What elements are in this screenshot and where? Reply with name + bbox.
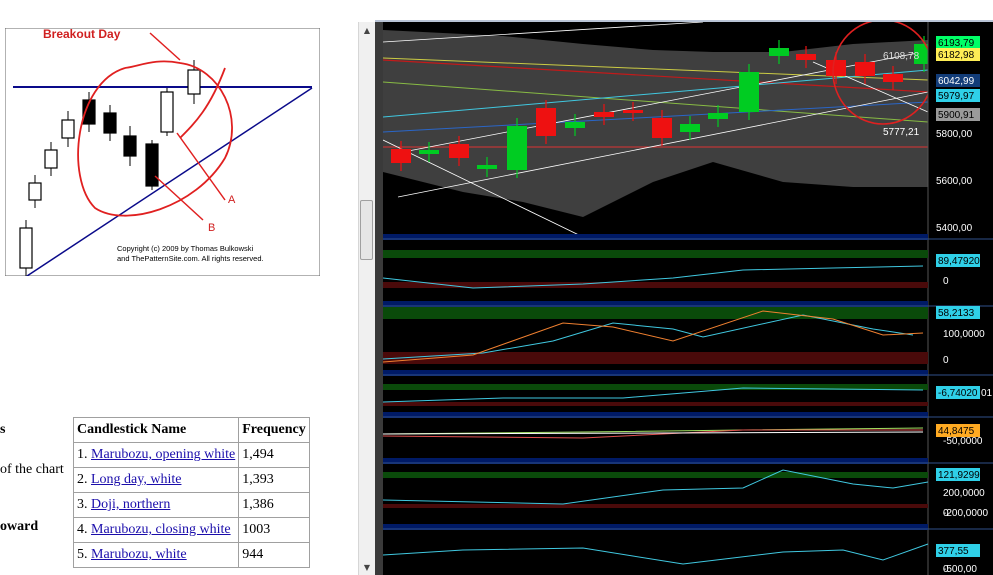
copyright-line-1: Copyright (c) 2009 by Thomas Bulkowski <box>117 244 254 253</box>
candlestick-link[interactable]: Marubozu, white <box>91 547 187 562</box>
pane-splitter[interactable] <box>375 22 383 575</box>
indicator-axis-label: -50,0000 <box>943 436 983 447</box>
indicator-badge-text: 58,2133 <box>938 308 975 319</box>
price-badge: 6042,99 <box>936 74 980 87</box>
price-badge: 6193,79 <box>936 36 980 49</box>
label-b: B <box>208 222 215 234</box>
candlestick-frequency-table: Candlestick Name Frequency 1. Marubozu, … <box>72 417 310 568</box>
table-row: 5. Marubozu, white 944 <box>72 542 310 568</box>
cut-heading: s <box>0 422 6 437</box>
frequency-cell: 1,393 <box>238 467 310 493</box>
candlestick-link[interactable]: Long day, white <box>91 472 181 487</box>
price-badge: 5900,91 <box>936 108 980 121</box>
name-cell: 2. Long day, white <box>72 467 240 493</box>
frequency-cell: 1,494 <box>238 442 310 468</box>
scroll-up-arrow-icon[interactable]: ▲ <box>359 24 375 38</box>
scrollbar-thumb[interactable] <box>360 200 373 260</box>
price-axis-label: 5800,00 <box>936 129 973 140</box>
price-axis-label: 5400,00 <box>936 223 973 234</box>
indicator-badge-text: 89,47920 <box>938 256 980 267</box>
svg-text:5979,97: 5979,97 <box>938 91 975 102</box>
column-header-frequency: Frequency <box>238 417 310 443</box>
indicator-axis-label: 0 <box>943 355 949 366</box>
table-row: 4. Marubozu, closing white 1003 <box>72 517 310 543</box>
indicator-badge-text: 377,55 <box>938 546 969 557</box>
annotation-upper: 6108,78 <box>883 51 920 62</box>
price-candle <box>739 64 759 120</box>
column-header-name: Candlestick Name <box>72 417 240 443</box>
label-a: A <box>228 194 236 206</box>
article-pane: Breakout Day A B Copyright (c) 2009 by T… <box>0 0 358 575</box>
table-row: 3. Doji, northern 1,386 <box>72 492 310 518</box>
frequency-cell: 1003 <box>238 517 310 543</box>
figure-candle <box>145 140 159 190</box>
annotation-lower: 5777,21 <box>883 127 920 138</box>
indicator-axis-label: 200,0000 <box>943 488 985 499</box>
svg-text:5900,91: 5900,91 <box>938 110 975 121</box>
indicator-badge-text: 44,8475 <box>938 426 975 437</box>
name-cell: 3. Doji, northern <box>72 492 240 518</box>
name-cell: 4. Marubozu, closing white <box>72 517 240 543</box>
table-row: 2. Long day, white 1,393 <box>72 467 310 493</box>
vertical-scrollbar[interactable]: ▲ ▼ <box>358 22 375 575</box>
indicator-badge-text: 121,9299 <box>938 470 980 481</box>
cut-text-chart: of the chart <box>0 462 64 477</box>
price-badge: 5979,97 <box>936 89 980 102</box>
figure-candle <box>160 88 174 136</box>
indicator-axis-label: 100,0000 <box>943 329 985 340</box>
indicator-badge-suffix: 01 <box>981 388 993 399</box>
trading-chart: 6108,78 5777,21 5800,00 5600,00 5400,00 61… <box>383 22 993 575</box>
svg-text:6193,79: 6193,79 <box>938 38 975 49</box>
cut-text-oward: oward <box>0 519 39 534</box>
figure-candle <box>19 220 33 276</box>
name-cell: 5. Marubozu, white <box>72 542 240 568</box>
price-candle <box>507 118 527 178</box>
svg-text:6042,99: 6042,99 <box>938 76 975 87</box>
candlestick-link[interactable]: Marubozu, closing white <box>91 522 231 537</box>
svg-text:6182,98: 6182,98 <box>938 50 975 61</box>
breakout-day-label: Breakout Day <box>43 28 121 41</box>
scroll-down-arrow-icon[interactable]: ▼ <box>359 561 375 575</box>
indicator-axis-label: 0 <box>943 276 949 287</box>
table-row: 1. Marubozu, opening white 1,494 <box>72 442 310 468</box>
indicator-badge-text: -6,74020 <box>938 388 978 399</box>
copyright-line-2: and ThePatternSite.com. All rights reser… <box>117 254 264 263</box>
name-cell: 1. Marubozu, opening white <box>72 442 240 468</box>
price-badges: 6193,796182,98 6042,99 5979,97 5900,91 <box>936 36 980 121</box>
table-header-row: Candlestick Name Frequency <box>72 417 310 443</box>
indicator-axis-label: -200,0000 <box>943 508 988 519</box>
candlestick-link[interactable]: Marubozu, opening white <box>91 447 235 462</box>
frequency-cell: 944 <box>238 542 310 568</box>
breakout-day-figure: Breakout Day A B Copyright (c) 2009 by T… <box>5 28 320 276</box>
price-axis-label: 5600,00 <box>936 176 973 187</box>
indicator-axis-label: -500,00 <box>943 564 977 575</box>
frequency-cell: 1,386 <box>238 492 310 518</box>
candlestick-link[interactable]: Doji, northern <box>91 497 170 512</box>
price-badge: 6182,98 <box>936 48 980 61</box>
